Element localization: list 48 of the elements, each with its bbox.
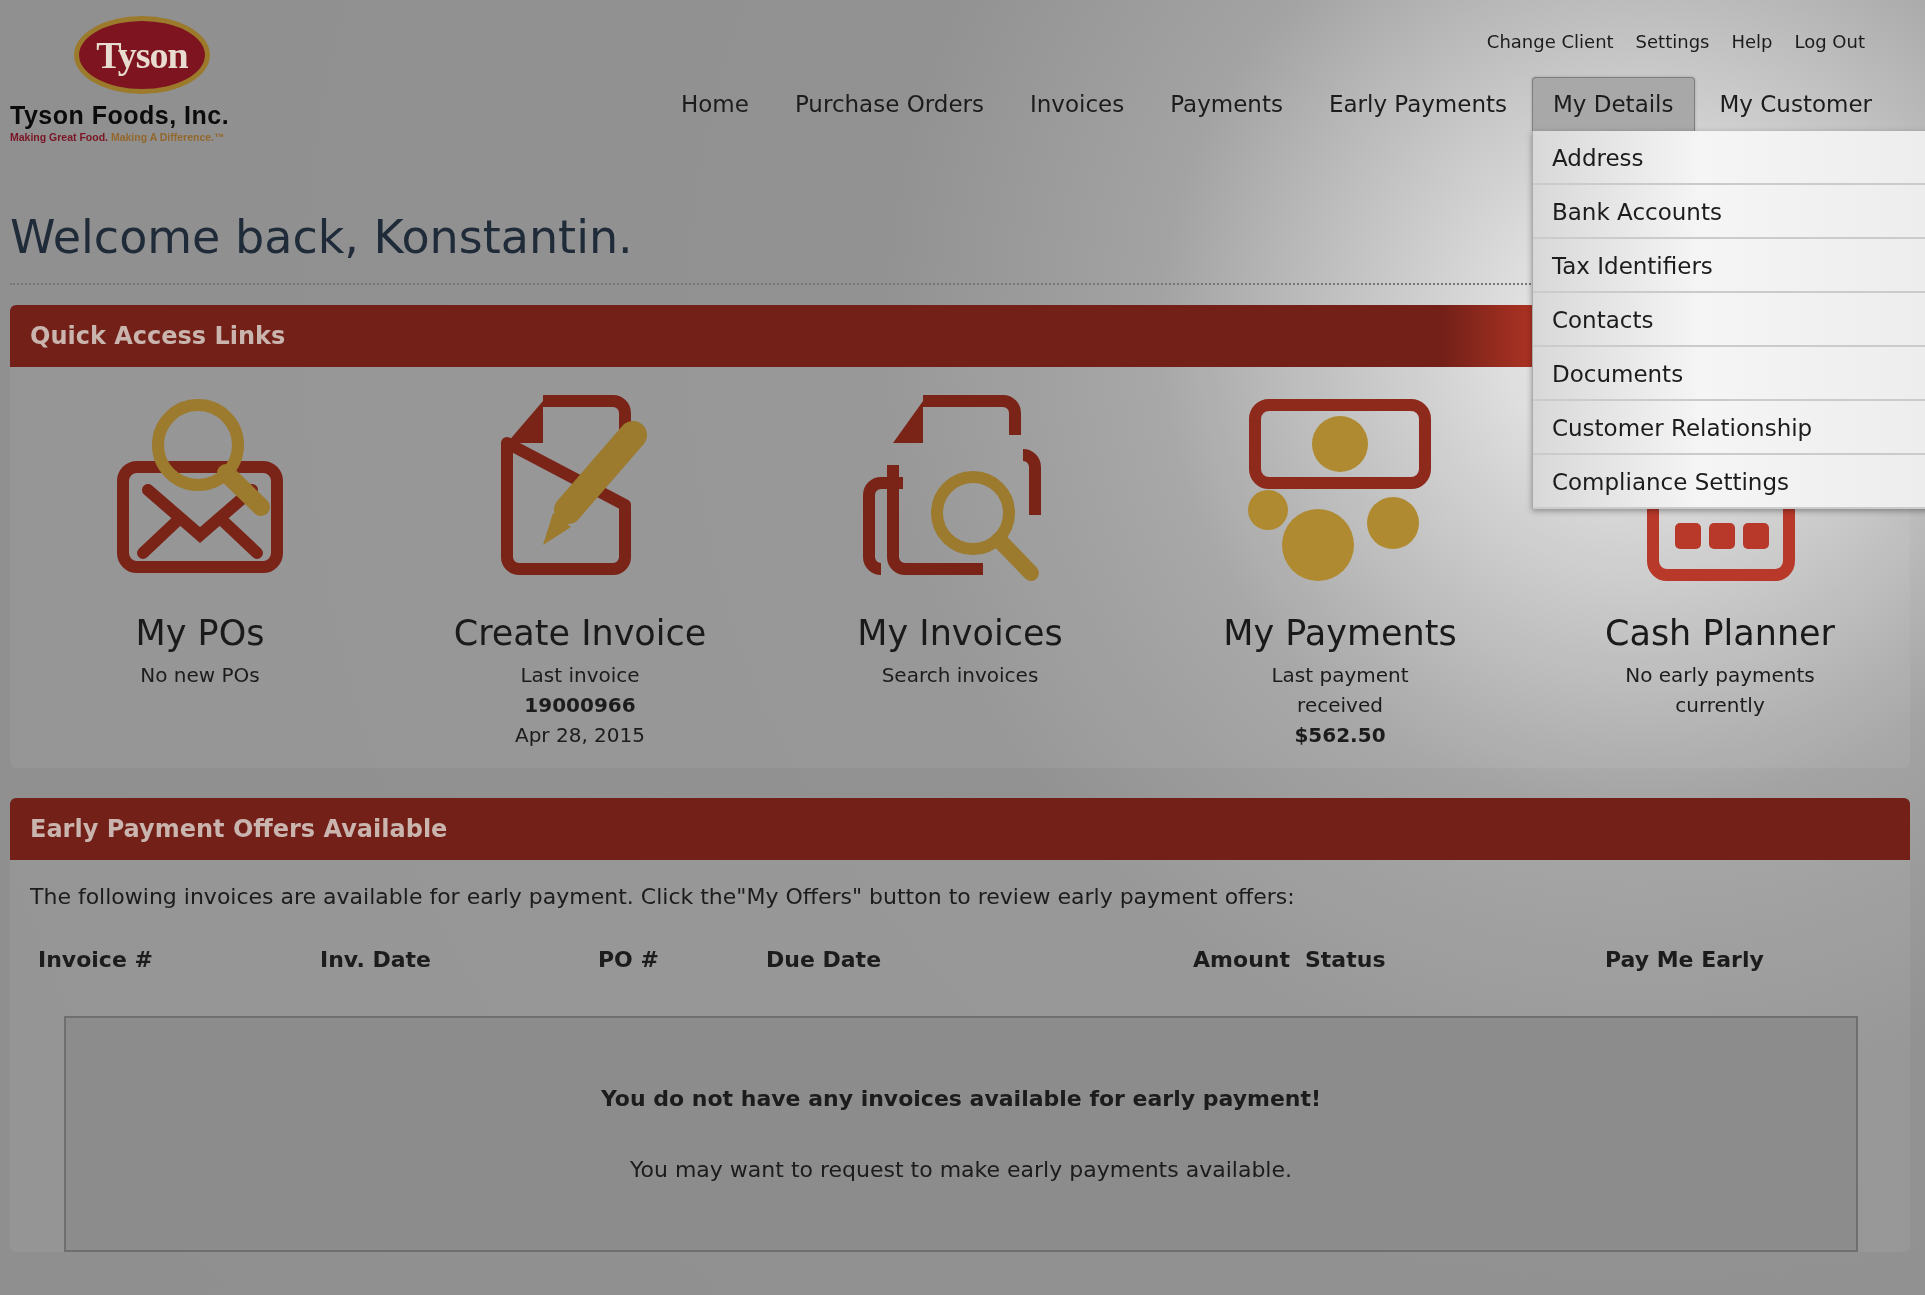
nav-tab[interactable]: Payments: [1149, 77, 1304, 131]
tile-text: Last payment: [1270, 661, 1410, 689]
column-header: Due Date: [766, 945, 883, 974]
nav-tab[interactable]: Purchase Orders: [773, 77, 1005, 131]
column-header: Amount: [1192, 945, 1290, 974]
column-header: Status: [1304, 945, 1387, 974]
column-header: Inv. Date: [320, 945, 432, 974]
tile-text: No early payments: [1624, 661, 1816, 689]
intro-text: The following invoices are available for early payment. Click the"My Offers" button to review early payment offers:: [29, 882, 1296, 911]
column-header: PO #: [598, 945, 660, 974]
utility-link[interactable]: Settings: [1635, 28, 1710, 55]
tile-title[interactable]: My POs: [10, 607, 390, 660]
menu-item[interactable]: Contacts: [1533, 292, 1925, 347]
tile-title[interactable]: My Payments: [1150, 607, 1530, 660]
tile-title[interactable]: Create Invoice: [390, 607, 770, 660]
menu-item[interactable]: Tax Identifiers: [1533, 238, 1925, 293]
tile-text: Apr 28, 2015: [514, 721, 646, 749]
empty-title: You do not have any invoices available for early payment!: [600, 1084, 1322, 1113]
nav-tab[interactable]: Invoices: [1009, 77, 1146, 131]
tile-text: currently: [1674, 691, 1766, 719]
menu-item[interactable]: Documents: [1533, 346, 1925, 401]
tile-text: received: [1296, 691, 1384, 719]
tagline: Making Great Food.: [10, 130, 108, 143]
tagline: Making A Difference.™: [110, 130, 225, 143]
nav-tab[interactable]: My Customer: [1698, 77, 1893, 131]
menu-item[interactable]: Address: [1533, 130, 1925, 185]
tile-text: $562.50: [1293, 721, 1387, 749]
tile-text: Search invoices: [880, 661, 1040, 689]
tile-text: No new POs: [139, 661, 261, 689]
nav-tab[interactable]: My Details: [1532, 77, 1695, 131]
nav-tab[interactable]: Home: [659, 77, 770, 131]
utility-link[interactable]: Change Client: [1486, 28, 1614, 55]
utility-link[interactable]: Help: [1731, 28, 1773, 55]
utility-link[interactable]: Log Out: [1794, 28, 1865, 55]
empty-text: You may want to request to make early payments available.: [630, 1155, 1292, 1184]
column-header: Invoice #: [38, 945, 154, 974]
tile-title[interactable]: My Invoices: [770, 607, 1150, 660]
menu-item[interactable]: Customer Relationship: [1533, 400, 1925, 455]
company-name: Tyson Foods, Inc.: [10, 102, 231, 130]
column-header: Pay Me Early: [1605, 945, 1765, 974]
logo-badge: Tyson: [74, 16, 210, 94]
nav-tab[interactable]: Early Payments: [1307, 77, 1528, 131]
panel-header: Early Payment Offers Available: [10, 797, 1910, 860]
menu-item[interactable]: Compliance Settings: [1533, 454, 1925, 509]
tile-text: 19000966: [523, 691, 637, 719]
menu-item[interactable]: Bank Accounts: [1533, 184, 1925, 239]
tile-text: Last invoice: [519, 661, 641, 689]
tile-title[interactable]: Cash Planner: [1530, 607, 1910, 660]
